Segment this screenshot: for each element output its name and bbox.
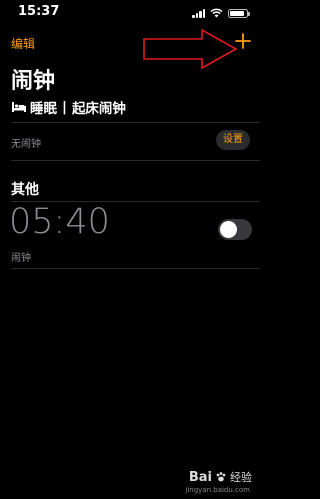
- sleep-separator: |: [62, 99, 67, 115]
- page-title: 闹钟: [11, 69, 56, 94]
- cellular-signal-icon: [192, 8, 205, 18]
- battery-level: [230, 10, 244, 16]
- status-icons: [192, 7, 250, 19]
- alarm-time: 05:40: [9, 202, 110, 242]
- wifi-icon: [210, 8, 223, 18]
- setup-button[interactable]: 设置: [216, 130, 250, 150]
- sleep-wake-header: 睡眠 | 起床闹钟: [11, 98, 126, 117]
- watermark-logo: Bai: [188, 469, 212, 485]
- add-alarm-button[interactable]: [233, 31, 253, 51]
- no-alarm-text: 无闹钟: [11, 139, 41, 150]
- wake-up-subtitle: 起床闹钟: [71, 101, 126, 117]
- status-bar: 15:37: [0, 0, 260, 24]
- toggle-knob: [220, 221, 237, 238]
- watermark: Bai 经验 jingyan.baidu.com: [160, 469, 256, 497]
- divider: [11, 122, 260, 123]
- status-time: 15:37: [18, 4, 60, 19]
- alarm-label: 闹钟: [11, 253, 31, 264]
- section-title-other: 其他: [11, 182, 39, 198]
- edit-button[interactable]: 编辑: [11, 35, 35, 52]
- watermark-url: jingyan.baidu.com: [185, 486, 250, 494]
- watermark-brand: 经验: [230, 471, 252, 484]
- alarm-toggle[interactable]: [218, 219, 252, 240]
- battery-icon: [228, 8, 250, 18]
- divider: [11, 268, 260, 269]
- divider: [11, 160, 260, 161]
- annotation-arrow-icon: [143, 28, 238, 70]
- paw-icon: [216, 472, 226, 482]
- bed-icon: [12, 102, 26, 112]
- sleep-title: 睡眠: [30, 101, 57, 117]
